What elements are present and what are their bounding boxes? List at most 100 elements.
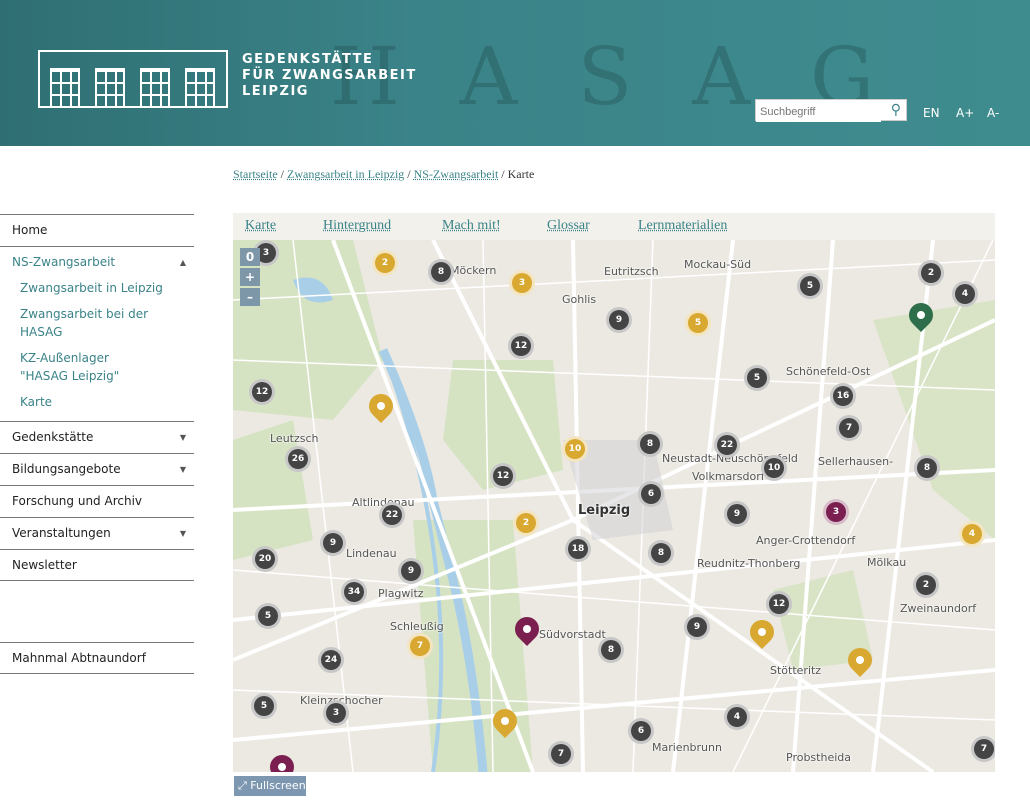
marker-cluster[interactable]: 5 bbox=[255, 603, 281, 629]
marker-cluster-yellow[interactable]: 10 bbox=[562, 436, 588, 462]
language-link[interactable]: EN bbox=[923, 106, 940, 120]
marker-cluster[interactable]: 7 bbox=[836, 415, 862, 441]
sidebar-item-ns-zwangsarbeit[interactable]: NS-Zwangsarbeit ▲ Zwangsarbeit in Leipzig… bbox=[0, 246, 194, 421]
place-label: Schönefeld-Ost bbox=[786, 365, 871, 378]
map-zoom-control: 0 + – bbox=[240, 248, 260, 308]
tab-mach-mit[interactable]: Mach mit! bbox=[442, 218, 501, 234]
place-label: Stötteritz bbox=[770, 664, 822, 677]
marker-cluster-purple[interactable]: 3 bbox=[823, 499, 849, 525]
marker-cluster[interactable]: 2 bbox=[918, 260, 944, 286]
place-label: Marienbrunn bbox=[652, 741, 722, 754]
marker-cluster[interactable]: 34 bbox=[341, 579, 367, 605]
breadcrumb-link[interactable]: Zwangsarbeit in Leipzig bbox=[287, 167, 404, 181]
marker-cluster[interactable]: 12 bbox=[490, 463, 516, 489]
marker-cluster[interactable]: 16 bbox=[830, 383, 856, 409]
sidebar-subitem[interactable]: Zwangsarbeit in Leipzig bbox=[0, 275, 194, 301]
search-box: ⚲ bbox=[755, 99, 907, 122]
zoom-level-indicator: 0 bbox=[240, 248, 260, 266]
marker-cluster[interactable]: 8 bbox=[598, 637, 624, 663]
marker-cluster[interactable]: 5 bbox=[797, 273, 823, 299]
marker-cluster[interactable]: 8 bbox=[428, 259, 454, 285]
marker-cluster-yellow[interactable]: 2 bbox=[513, 510, 539, 536]
tab-hintergrund[interactable]: Hintergrund bbox=[323, 218, 391, 234]
marker-cluster[interactable]: 9 bbox=[320, 530, 346, 556]
sidebar-item-veranstaltungen[interactable]: Veranstaltungen ▼ bbox=[0, 517, 194, 549]
place-label: Zweinaundorf bbox=[900, 602, 977, 615]
place-label: Sellerhausen- bbox=[818, 455, 894, 468]
marker-cluster[interactable]: 7 bbox=[971, 736, 995, 762]
caret-down-icon: ▼ bbox=[179, 529, 186, 538]
place-label: Anger-Crottendorf bbox=[756, 534, 856, 547]
font-decrease-button[interactable]: A- bbox=[987, 106, 999, 120]
sidebar-item-mahnmal[interactable]: Mahnmal Abtnaundorf bbox=[0, 642, 194, 674]
sidebar-item-bildungsangebote[interactable]: Bildungsangebote ▼ bbox=[0, 453, 194, 485]
marker-cluster[interactable]: 4 bbox=[724, 704, 750, 730]
caret-down-icon: ▼ bbox=[179, 433, 186, 442]
zoom-in-button[interactable]: + bbox=[240, 268, 260, 286]
place-label: Südvorstadt bbox=[539, 628, 606, 641]
marker-cluster[interactable]: 26 bbox=[285, 446, 311, 472]
marker-cluster[interactable]: 9 bbox=[684, 614, 710, 640]
title-line: GEDENKSTÄTTE bbox=[242, 52, 374, 67]
marker-cluster[interactable]: 8 bbox=[914, 455, 940, 481]
tab-karte[interactable]: Karte bbox=[245, 218, 276, 234]
marker-cluster[interactable]: 24 bbox=[318, 647, 344, 673]
place-label: Gohlis bbox=[562, 293, 597, 306]
site-title[interactable]: GEDENKSTÄTTE FÜR ZWANGSARBEIT LEIPZIG bbox=[242, 52, 417, 100]
marker-cluster[interactable]: 22 bbox=[714, 432, 740, 458]
fullscreen-button[interactable]: ⤢ Fullscreen bbox=[234, 776, 306, 796]
sidebar-item-newsletter[interactable]: Newsletter bbox=[0, 549, 194, 581]
breadcrumb-link[interactable]: Startseite bbox=[233, 167, 278, 181]
marker-cluster[interactable]: 22 bbox=[379, 502, 405, 528]
sidebar-item-label: Bildungsangebote bbox=[12, 462, 121, 476]
marker-cluster[interactable]: 6 bbox=[628, 718, 654, 744]
sidebar-subitem[interactable]: Karte bbox=[0, 389, 194, 415]
sidebar-item-home[interactable]: Home bbox=[0, 214, 194, 246]
sidebar-item-forschung[interactable]: Forschung und Archiv bbox=[0, 485, 194, 517]
marker-cluster-yellow[interactable]: 5 bbox=[685, 310, 711, 336]
marker-cluster[interactable]: 3 bbox=[323, 700, 349, 726]
search-icon[interactable]: ⚲ bbox=[891, 102, 901, 118]
marker-cluster[interactable]: 20 bbox=[252, 546, 278, 572]
marker-cluster[interactable]: 4 bbox=[952, 281, 978, 307]
marker-cluster[interactable]: 6 bbox=[638, 481, 664, 507]
site-logo[interactable] bbox=[38, 50, 228, 108]
marker-cluster[interactable]: 12 bbox=[766, 591, 792, 617]
marker-cluster[interactable]: 5 bbox=[251, 693, 277, 719]
sidebar-item-gedenkstaette[interactable]: Gedenkstätte ▼ bbox=[0, 421, 194, 453]
marker-cluster-yellow[interactable]: 7 bbox=[407, 633, 433, 659]
marker-cluster[interactable]: 9 bbox=[606, 307, 632, 333]
marker-cluster[interactable]: 12 bbox=[249, 379, 275, 405]
caret-down-icon: ▼ bbox=[179, 465, 186, 474]
marker-cluster[interactable]: 10 bbox=[761, 455, 787, 481]
marker-cluster[interactable]: 9 bbox=[398, 558, 424, 584]
sidebar-item-label: Home bbox=[12, 223, 48, 237]
marker-cluster[interactable]: 7 bbox=[548, 741, 574, 767]
marker-cluster[interactable]: 2 bbox=[913, 572, 939, 598]
place-label: Probstheida bbox=[786, 751, 851, 764]
zoom-out-button[interactable]: – bbox=[240, 288, 260, 306]
marker-cluster-yellow[interactable]: 3 bbox=[509, 270, 535, 296]
sidebar-item-label: NS-Zwangsarbeit bbox=[12, 255, 116, 269]
marker-cluster[interactable]: 5 bbox=[744, 365, 770, 391]
marker-cluster-yellow[interactable]: 2 bbox=[372, 250, 398, 276]
sidebar-nav: Home NS-Zwangsarbeit ▲ Zwangsarbeit in Le… bbox=[0, 214, 194, 674]
marker-cluster[interactable]: 18 bbox=[565, 536, 591, 562]
caret-up-icon: ▲ bbox=[179, 258, 186, 267]
font-increase-button[interactable]: A+ bbox=[956, 106, 974, 120]
map-canvas[interactable]: Möckern Eutritzsch Mockau-Süd Gohlis Schönef… bbox=[233, 240, 995, 772]
marker-cluster-yellow[interactable]: 4 bbox=[959, 521, 985, 547]
search-input[interactable] bbox=[756, 102, 881, 122]
tab-lernmaterialien[interactable]: Lernmaterialien bbox=[638, 218, 727, 234]
sidebar-subitem[interactable]: Zwangsarbeit bei der HASAG bbox=[0, 301, 194, 345]
marker-cluster[interactable]: 12 bbox=[508, 333, 534, 359]
marker-cluster[interactable]: 8 bbox=[637, 431, 663, 457]
breadcrumb: Startseite / Zwangsarbeit in Leipzig / N… bbox=[233, 167, 535, 181]
sidebar-subitem[interactable]: KZ-Außenlager "HASAG Leipzig" bbox=[0, 345, 170, 389]
place-label: Leipzig bbox=[578, 503, 631, 518]
breadcrumb-link[interactable]: NS-Zwangsarbeit bbox=[414, 167, 499, 181]
place-label: Möckern bbox=[450, 264, 497, 277]
tab-glossar[interactable]: Glossar bbox=[547, 218, 590, 234]
marker-cluster[interactable]: 9 bbox=[724, 501, 750, 527]
marker-cluster[interactable]: 8 bbox=[648, 540, 674, 566]
